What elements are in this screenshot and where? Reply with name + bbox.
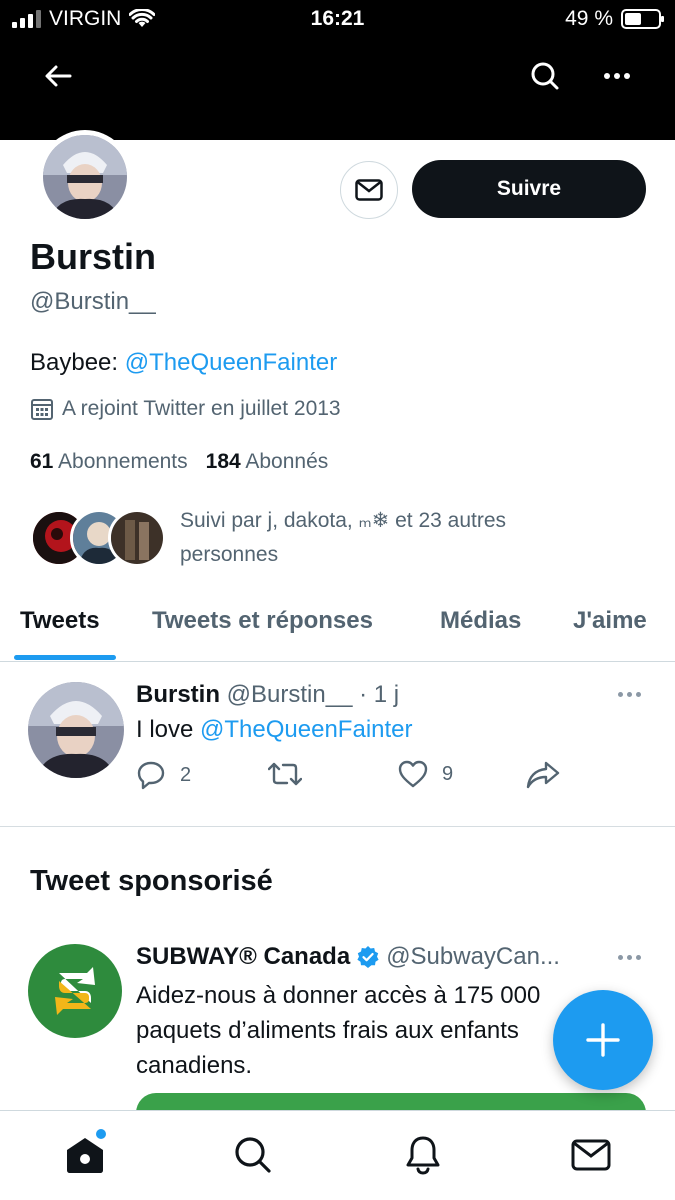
- tweet-text-body: I love: [136, 716, 201, 743]
- avatar-image: [43, 135, 127, 219]
- back-arrow-icon[interactable]: [36, 54, 80, 98]
- tweet-avatar[interactable]: [28, 682, 124, 778]
- reply-icon: [137, 761, 165, 790]
- home-notification-dot: [96, 1129, 106, 1139]
- followers-label: Abonnés: [245, 450, 329, 473]
- tweet-mention-link[interactable]: @TheQueenFainter: [200, 716, 412, 743]
- subway-logo-icon: [55, 967, 95, 1015]
- profile-handle: @Burstin__: [30, 288, 156, 315]
- tweet-text: I love @TheQueenFainter: [136, 716, 413, 744]
- heart-icon: [398, 760, 428, 788]
- reply-button[interactable]: 2: [136, 760, 191, 790]
- home-icon: [67, 1138, 103, 1173]
- tweet-more-icon[interactable]: [614, 684, 644, 704]
- avatar-image: [28, 682, 124, 778]
- divider: [0, 826, 675, 827]
- compose-tweet-button[interactable]: [553, 990, 653, 1090]
- joined-text: A rejoint Twitter en juillet 2013: [62, 397, 341, 420]
- verified-badge-icon: [357, 946, 379, 968]
- ad-author-name[interactable]: SUBWAY® Canada: [136, 943, 350, 971]
- sponsored-heading: Tweet sponsorisé: [30, 865, 273, 897]
- retweet-button[interactable]: [268, 760, 302, 788]
- bio-mention-link[interactable]: @TheQueenFainter: [125, 349, 337, 376]
- joined-date: A rejoint Twitter en juillet 2013: [30, 397, 341, 421]
- followers-link[interactable]: 184 Abonnés: [206, 450, 329, 474]
- notifications-icon: [406, 1136, 440, 1175]
- plus-icon: [586, 1023, 620, 1057]
- mutual-followers-avatars[interactable]: [30, 509, 166, 569]
- battery-status: 49 %: [565, 7, 664, 31]
- retweet-icon: [268, 762, 302, 786]
- battery-percent: 49 %: [565, 7, 613, 30]
- following-count: 61: [30, 450, 54, 473]
- followed-by-text[interactable]: Suivi par j, dakota, ₘ❄ et 23 autres per…: [180, 504, 580, 572]
- like-count: 9: [442, 762, 454, 785]
- following-link[interactable]: 61 Abonnements: [30, 450, 188, 474]
- battery-icon: [621, 9, 664, 29]
- messages-icon: [571, 1139, 611, 1171]
- ad-more-icon[interactable]: [614, 947, 644, 967]
- ad-author-handle: @SubwayCan...: [386, 943, 560, 970]
- tweet-time: · 1 j: [359, 681, 400, 708]
- ad-header: SUBWAY® Canada @SubwayCan...: [136, 943, 560, 971]
- tweet-author-handle: @Burstin__: [226, 681, 353, 708]
- tab-tweets[interactable]: Tweets: [20, 607, 100, 635]
- profile-name: Burstin: [30, 236, 156, 277]
- bottom-navigation: [0, 1110, 675, 1200]
- calendar-icon: [31, 399, 53, 420]
- nav-notifications[interactable]: [401, 1133, 445, 1177]
- search-icon[interactable]: [523, 54, 567, 98]
- more-icon[interactable]: [595, 54, 639, 98]
- ad-text: Aidez-nous à donner accès à 175 000 paqu…: [136, 982, 541, 1079]
- reply-count: 2: [180, 763, 192, 786]
- share-button[interactable]: [526, 760, 560, 790]
- followers-count: 184: [205, 450, 241, 473]
- nav-messages[interactable]: [569, 1133, 613, 1177]
- tab-tweets-replies[interactable]: Tweets et réponses: [152, 607, 373, 635]
- message-button[interactable]: [340, 161, 398, 219]
- follow-button[interactable]: Suivre: [412, 160, 646, 218]
- subway-avatar[interactable]: [28, 944, 122, 1038]
- profile-tabs: Tweets Tweets et réponses Médias J'aime: [0, 600, 675, 662]
- tweet-author-name[interactable]: Burstin: [136, 681, 220, 708]
- nav-home[interactable]: [63, 1129, 107, 1177]
- nav-search[interactable]: [231, 1133, 275, 1177]
- bio-text: Baybee:: [30, 349, 125, 376]
- profile-avatar[interactable]: [38, 130, 132, 224]
- search-icon: [235, 1137, 271, 1173]
- active-tab-indicator: [14, 655, 116, 660]
- follow-counts: 61 Abonnements 184 Abonnés: [30, 450, 328, 474]
- following-label: Abonnements: [58, 450, 188, 473]
- mail-icon: [355, 179, 383, 201]
- profile-bio: Baybee: @TheQueenFainter: [30, 349, 337, 377]
- tab-media[interactable]: Médias: [440, 607, 521, 635]
- tweet-header: Burstin @Burstin__ · 1 j: [136, 681, 399, 709]
- tab-likes[interactable]: J'aime: [573, 607, 647, 635]
- like-button[interactable]: 9: [398, 760, 453, 788]
- status-bar: VIRGIN 16:21 49 %: [0, 0, 675, 40]
- mutual-avatar: [108, 509, 166, 567]
- share-icon: [526, 761, 560, 789]
